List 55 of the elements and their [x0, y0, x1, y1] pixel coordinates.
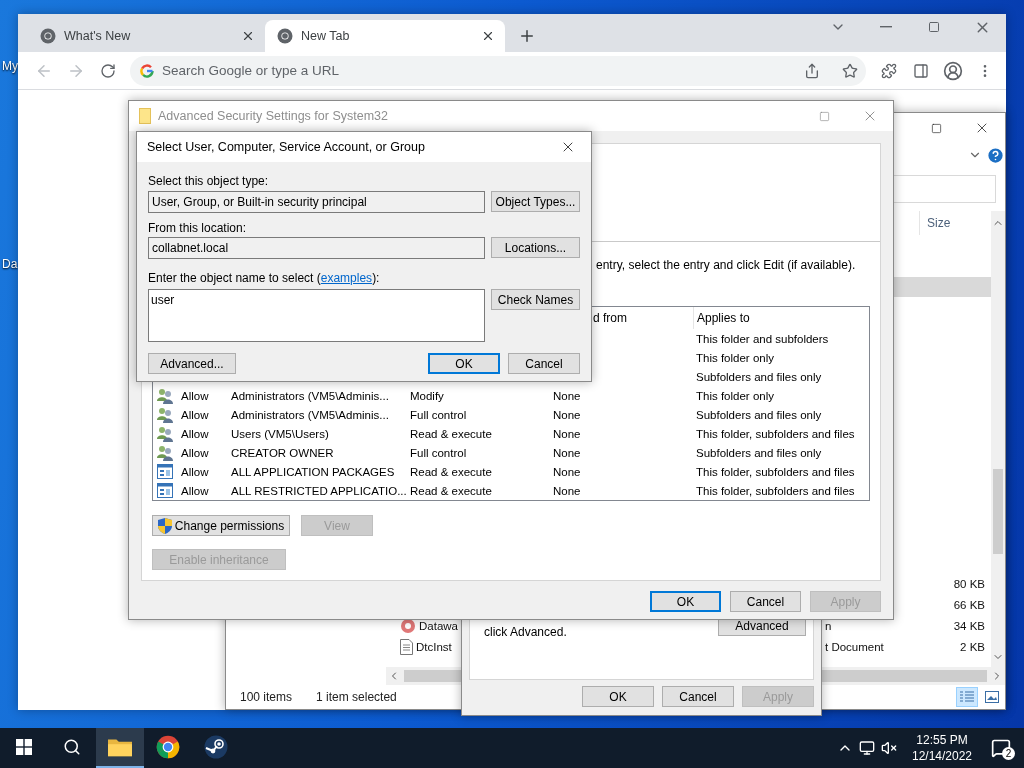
entry-applies-to: Subfolders and files only [695, 446, 823, 459]
entry-type: Allow [180, 427, 210, 440]
advanced-hint: click Advanced. [484, 625, 568, 639]
entry-inherited: None [552, 408, 582, 421]
file-type: n [825, 619, 832, 632]
entry-type: Allow [180, 484, 210, 497]
file-name: DtcInst [416, 640, 452, 653]
dialog-title: Select User, Computer, Service Account, or Group [147, 140, 425, 154]
entry-inherited: None [552, 484, 582, 497]
entry-type: Allow [180, 465, 210, 478]
entry-access: Modify [409, 389, 445, 402]
entry-access: Full control [409, 408, 468, 421]
clock-date: 12/14/2022 [911, 748, 973, 764]
entry-inherited: None [552, 465, 582, 478]
entry-type: Allow [180, 389, 210, 402]
entry-principal: Administrators (VM5\Adminis... [230, 408, 390, 421]
entry-access: Full control [409, 446, 468, 459]
entry-inherited: None [552, 446, 582, 459]
entry-access: Read & execute [409, 484, 493, 497]
file-type: t Document [825, 640, 884, 653]
entry-principal: Administrators (VM5\Adminis... [230, 389, 390, 402]
object-name-label: Enter the object name to select (examples): [148, 271, 381, 285]
entry-inherited: None [552, 389, 582, 402]
entry-principal: ALL RESTRICTED APPLICATIO... [230, 484, 407, 497]
object-type-label: Select this object type: [148, 174, 270, 188]
entry-applies-to: This folder only [695, 389, 775, 402]
entry-principal: ALL APPLICATION PACKAGES [230, 465, 396, 478]
location-label: From this location: [148, 221, 248, 235]
entry-applies-to: Subfolders and files only [695, 370, 823, 383]
file-size: 34 KB [953, 619, 986, 632]
address-placeholder: Search Google or type a URL [162, 63, 341, 78]
instruction-text: entry, select the entry and click Edit (if available). [596, 258, 857, 272]
tab-title: What's New [64, 29, 132, 43]
entry-access: Read & execute [409, 427, 493, 440]
file-size: 80 KB [953, 577, 986, 590]
entry-applies-to: This folder only [695, 351, 775, 364]
entry-applies-to: This folder, subfolders and files [695, 427, 856, 440]
entry-applies-to: Subfolders and files only [695, 408, 823, 421]
entry-applies-to: This folder and subfolders [695, 332, 830, 345]
item-count: 100 items [240, 690, 293, 704]
clock-time: 12:55 PM [916, 732, 968, 748]
notification-count: 2 [1002, 747, 1015, 760]
entry-type: Allow [180, 408, 210, 421]
entry-access: Read & execute [409, 465, 493, 478]
file-size: 2 KB [960, 640, 986, 653]
selection-count: 1 item selected [316, 690, 397, 704]
entry-inherited: None [552, 427, 582, 440]
entry-applies-to: This folder, subfolders and files [695, 465, 856, 478]
file-name: Datawa [419, 619, 458, 632]
tab-title: New Tab [301, 29, 351, 43]
entry-principal: Users (VM5\Users) [230, 427, 330, 440]
window-title: Advanced Security Settings for System32 [158, 109, 388, 123]
entry-applies-to: This folder, subfolders and files [695, 484, 856, 497]
entry-principal: CREATOR OWNER [230, 446, 335, 459]
entry-type: Allow [180, 446, 210, 459]
